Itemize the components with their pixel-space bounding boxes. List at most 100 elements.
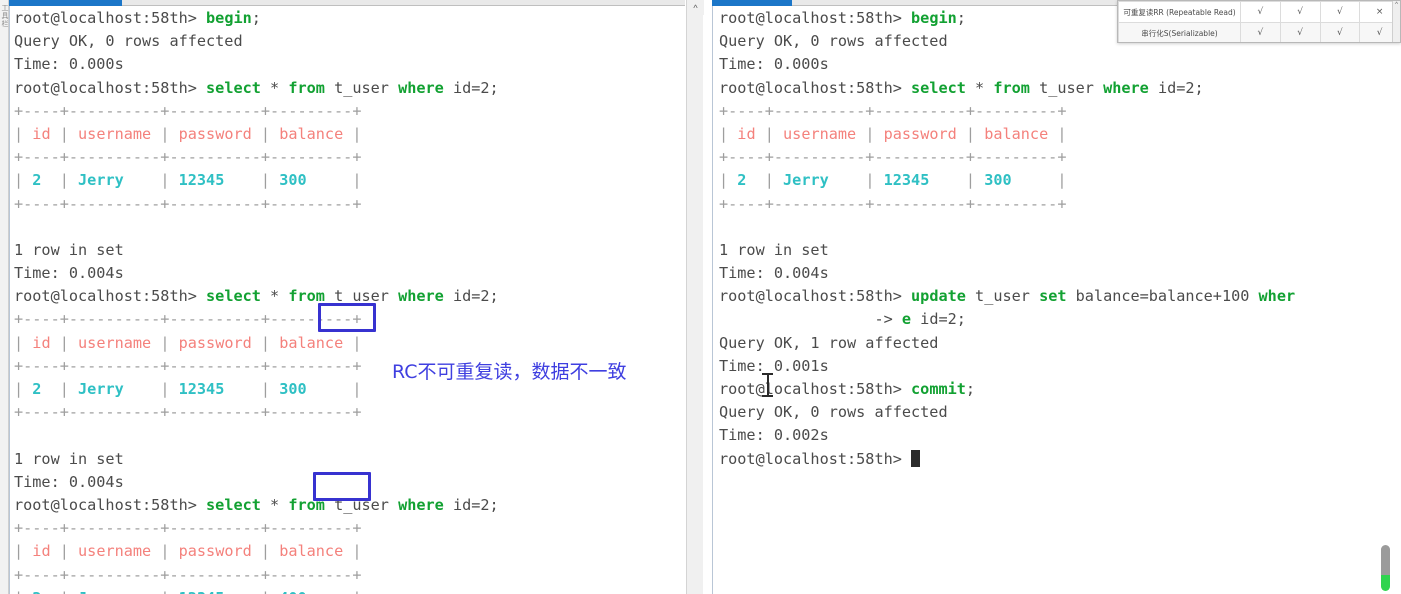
terminal-text: t_user [324, 78, 399, 97]
terminal-line: Query OK, 0 rows affected [719, 401, 1375, 424]
terminal-line: Time: 0.002s [719, 424, 1375, 447]
isolation-table-row: 可重复读RR (Repeatable Read) √ √ √ × [1118, 1, 1400, 23]
terminal-text: ; [956, 9, 966, 27]
terminal-text: | [251, 124, 280, 143]
terminal-text: | [14, 333, 33, 352]
terminal-line: root@localhost:58th> select * from t_use… [14, 285, 685, 308]
pane-divider [703, 0, 712, 594]
terminal-text: +----+----------+----------+---------+ [719, 194, 1067, 213]
terminal-text: id=2; [1148, 78, 1204, 97]
terminal-line: +----+----------+----------+---------+ [14, 308, 685, 331]
terminal-text: | [14, 124, 33, 143]
terminal-line: 1 row in set [719, 239, 1375, 262]
terminal-text: | [856, 124, 884, 143]
terminal-line: Query OK, 1 row affected [719, 332, 1375, 355]
terminal-line: 1 row in set [14, 448, 685, 471]
terminal-text: wher [1258, 287, 1296, 306]
scrollbar-right-thumb-accent[interactable] [1381, 575, 1390, 591]
terminal-text: +----+----------+----------+---------+ [14, 310, 362, 329]
terminal-line: +----+----------+----------+---------+ [719, 146, 1375, 169]
terminal-text: id=2; [443, 287, 499, 306]
terminal-text: | [719, 171, 738, 190]
terminal-text: Jerry [78, 589, 124, 594]
terminal-line: | id | username | password | balance | [14, 332, 685, 355]
terminal-text: from [993, 78, 1030, 97]
terminal-text: balance [279, 333, 344, 352]
terminal-text: | [719, 124, 738, 143]
scroll-up-arrow-icon[interactable]: ^ [687, 0, 704, 15]
terminal-line: root@localhost:58th> begin; [14, 7, 685, 30]
terminal-text: set [1039, 287, 1067, 306]
left-dock-strip[interactable]: 工具栏 [0, 0, 9, 594]
terminal-text: username [78, 542, 152, 561]
terminal-text: Time: 0.000s [719, 55, 829, 74]
terminal-text: +----+----------+----------+---------+ [14, 101, 362, 120]
terminal-line: +----+----------+----------+---------+ [719, 193, 1375, 216]
terminal-text: 1 row in set [719, 240, 829, 259]
terminal-text: password [178, 124, 252, 143]
terminal-text: Query OK, 0 rows affected [719, 403, 948, 422]
dock-vertical-label: 工具栏 [1, 4, 8, 28]
terminal-text: | [151, 542, 179, 561]
terminal-text: Query OK, 0 rows affected [14, 32, 243, 51]
terminal-text: +----+----------+----------+---------+ [14, 356, 362, 375]
terminal-line: +----+----------+----------+---------+ [719, 100, 1375, 123]
terminal-pane-left[interactable]: root@localhost:58th> begin; Query OK, 0 r… [9, 0, 685, 594]
terminal-line: +----+----------+----------+---------+ [14, 564, 685, 587]
terminal-line: root@localhost:58th> select * from t_use… [14, 494, 685, 517]
terminal-output-left[interactable]: root@localhost:58th> begin; Query OK, 0 r… [9, 6, 685, 594]
terminal-text: id=2; [443, 495, 499, 514]
terminal-text: Query OK, 1 row affected [719, 333, 939, 352]
terminal-text: root@localhost:58th> [14, 9, 207, 27]
terminal-text: 300 [984, 171, 1012, 190]
terminal-line: +----+----------+----------+---------+ [14, 517, 685, 540]
terminal-text: | [307, 589, 361, 594]
terminal-line: -> e id=2; [719, 308, 1375, 331]
overlay-scroll-up-icon[interactable]: ^ [1393, 1, 1400, 9]
overlay-scrollbar[interactable]: ^ [1392, 1, 1400, 42]
mouse-ibeam-cursor [762, 373, 773, 397]
terminal-text: from [288, 495, 325, 514]
terminal-text: | [343, 333, 362, 352]
terminal-line: root@localhost:58th> [719, 448, 1375, 471]
terminal-text: +----+----------+----------+---------+ [14, 148, 362, 167]
terminal-text: | [343, 124, 362, 143]
terminal-text: +----+----------+----------+---------+ [719, 101, 1067, 120]
isolation-level-overlay-table[interactable]: 可重复读RR (Repeatable Read) √ √ √ × 串行化S(Seriali… [1117, 0, 1401, 43]
terminal-text: balance=balance+100 [1066, 287, 1259, 306]
terminal-text: | [14, 589, 32, 594]
terminal-text: | [14, 380, 33, 398]
terminal-output-right[interactable]: root@localhost:58th> begin; Query OK, 0 r… [712, 6, 1375, 594]
terminal-pane-right[interactable]: root@localhost:58th> begin; Query OK, 0 r… [712, 0, 1375, 594]
terminal-text: Time: 0.004s [14, 264, 124, 283]
terminal-text: from [288, 78, 325, 97]
terminal-line: Time: 0.004s [14, 262, 685, 285]
terminal-text: id [737, 124, 756, 143]
terminal-text: select [206, 495, 261, 514]
terminal-text: t_user [324, 495, 399, 514]
terminal-text: | [41, 589, 78, 594]
terminal-line: root@localhost:58th> select * from t_use… [14, 77, 685, 100]
scrollbar-left[interactable]: ^ [686, 0, 704, 594]
terminal-text: +----+----------+----------+---------+ [719, 148, 1067, 167]
isolation-mark-cell: √ [1319, 22, 1361, 42]
terminal-text: 12345 [178, 171, 225, 190]
terminal-text: begin [911, 9, 957, 27]
terminal-text: ; [251, 9, 261, 27]
terminal-text: where [1103, 78, 1149, 97]
terminal-text: select [206, 287, 261, 306]
terminal-text: from [288, 287, 325, 306]
terminal-text: | [755, 124, 784, 143]
isolation-table: 可重复读RR (Repeatable Read) √ √ √ × 串行化S(Seriali… [1118, 1, 1400, 42]
isolation-level-label: 可重复读RR (Repeatable Read) [1118, 1, 1241, 23]
terminal-text: Time: 0.004s [719, 264, 829, 283]
terminal-text: -> [719, 310, 902, 329]
terminal-text: | [50, 542, 79, 561]
terminal-line: Query OK, 0 rows affected [14, 30, 685, 53]
terminal-text: t_user [965, 287, 1040, 306]
scrollbar-right[interactable] [1377, 0, 1394, 594]
terminal-text: | [828, 171, 884, 190]
terminal-text: t_user [1029, 78, 1104, 97]
terminal-text: 1 row in set [14, 240, 124, 259]
